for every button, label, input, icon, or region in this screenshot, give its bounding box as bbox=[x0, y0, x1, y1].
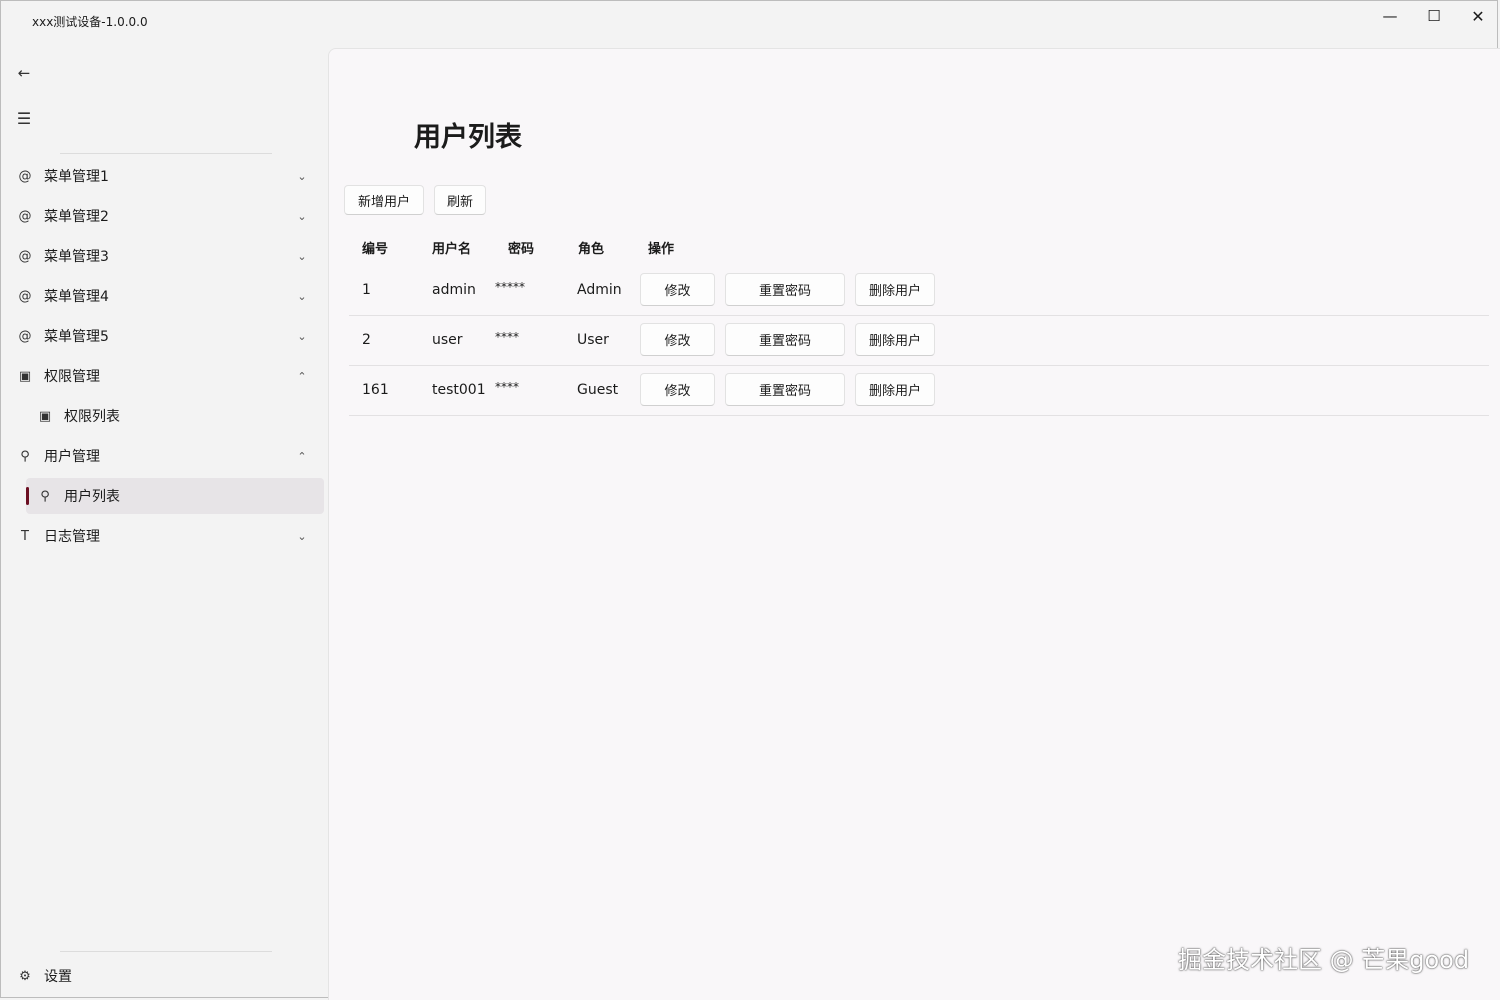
sidebar-item-menu2[interactable]: @ 菜单管理2 ⌄ bbox=[6, 198, 324, 234]
chevron-down-icon: ⌄ bbox=[297, 289, 307, 303]
sidebar-item-label: 用户列表 bbox=[64, 489, 120, 505]
at-icon: @ bbox=[18, 288, 32, 304]
user-figure-icon: ⚲ bbox=[40, 488, 50, 504]
sidebar-item-user-list[interactable]: ⚲ 用户列表 bbox=[26, 478, 324, 514]
cell-role: Admin bbox=[577, 282, 622, 298]
reset-password-button[interactable]: 重置密码 bbox=[725, 273, 845, 306]
column-header-id: 编号 bbox=[362, 242, 389, 257]
edit-button[interactable]: 修改 bbox=[640, 323, 715, 356]
column-header-password: 密码 bbox=[508, 242, 535, 257]
chevron-up-icon: ⌃ bbox=[297, 449, 307, 463]
chevron-down-icon: ⌄ bbox=[297, 529, 307, 543]
sidebar-item-users[interactable]: ⚲ 用户管理 ⌃ bbox=[6, 438, 324, 474]
chevron-down-icon: ⌄ bbox=[297, 249, 307, 263]
sidebar-item-menu1[interactable]: @ 菜单管理1 ⌄ bbox=[6, 158, 324, 194]
selection-indicator bbox=[26, 487, 29, 505]
page-title: 用户列表 bbox=[414, 122, 522, 153]
sidebar-item-settings[interactable]: ⚙ 设置 bbox=[6, 958, 324, 994]
edit-button[interactable]: 修改 bbox=[640, 373, 715, 406]
cell-username: user bbox=[432, 332, 463, 348]
close-button[interactable]: ✕ bbox=[1456, 0, 1500, 32]
sidebar-item-label: 权限列表 bbox=[64, 409, 120, 425]
column-header-role: 角色 bbox=[578, 242, 605, 257]
add-user-button[interactable]: 新增用户 bbox=[344, 185, 424, 215]
delete-user-button[interactable]: 删除用户 bbox=[855, 323, 935, 356]
reset-password-button[interactable]: 重置密码 bbox=[725, 323, 845, 356]
sidebar-item-logs[interactable]: T 日志管理 ⌄ bbox=[6, 518, 324, 554]
at-icon: @ bbox=[18, 328, 32, 344]
refresh-button[interactable]: 刷新 bbox=[434, 185, 486, 215]
table-row: 161 test001 **** Guest 修改 重置密码 删除用户 bbox=[349, 365, 1489, 416]
sidebar-item-menu3[interactable]: @ 菜单管理3 ⌄ bbox=[6, 238, 324, 274]
menu-toggle-button[interactable]: ☰ bbox=[6, 100, 42, 136]
sidebar: ← ☰ @ 菜单管理1 ⌄ @ 菜单管理2 ⌄ @ 菜单管理3 ⌄ @ 菜单管理… bbox=[0, 44, 328, 1000]
app-title: xxx测试设备-1.0.0.0 bbox=[32, 15, 148, 29]
sidebar-item-label: 日志管理 bbox=[44, 529, 100, 545]
watermark: 掘金技术社区 @ 芒果good bbox=[1178, 946, 1470, 974]
minimize-button[interactable]: — bbox=[1368, 0, 1412, 32]
back-arrow-icon: ← bbox=[17, 64, 31, 82]
sidebar-item-label: 权限管理 bbox=[44, 369, 100, 385]
content-panel: 用户列表 新增用户 刷新 编号 用户名 密码 角色 操作 1 admin ***… bbox=[328, 48, 1500, 1000]
column-header-actions: 操作 bbox=[648, 242, 675, 257]
sidebar-item-label: 菜单管理1 bbox=[44, 169, 109, 185]
back-button[interactable]: ← bbox=[6, 55, 42, 91]
chevron-up-icon: ⌃ bbox=[297, 369, 307, 383]
contact-card-icon: ▣ bbox=[18, 368, 32, 384]
sidebar-item-label: 菜单管理4 bbox=[44, 289, 109, 305]
sidebar-item-label: 用户管理 bbox=[44, 449, 100, 465]
table-row: 2 user **** User 修改 重置密码 删除用户 bbox=[349, 315, 1489, 366]
sidebar-divider bbox=[60, 951, 272, 952]
cell-id: 2 bbox=[362, 332, 371, 348]
at-icon: @ bbox=[18, 248, 32, 264]
user-figure-icon: ⚲ bbox=[20, 448, 30, 464]
delete-user-button[interactable]: 删除用户 bbox=[855, 273, 935, 306]
chevron-down-icon: ⌄ bbox=[297, 329, 307, 343]
cell-password: **** bbox=[495, 330, 519, 344]
hamburger-icon: ☰ bbox=[16, 108, 32, 128]
at-icon: @ bbox=[18, 168, 32, 184]
cell-role: Guest bbox=[577, 382, 619, 398]
cell-role: User bbox=[577, 332, 609, 348]
minimize-icon: — bbox=[1382, 7, 1398, 25]
column-header-username: 用户名 bbox=[432, 242, 472, 257]
sidebar-item-menu4[interactable]: @ 菜单管理4 ⌄ bbox=[6, 278, 324, 314]
chevron-down-icon: ⌄ bbox=[297, 209, 307, 223]
maximize-button[interactable]: ☐ bbox=[1412, 0, 1456, 32]
title-bar: xxx测试设备-1.0.0.0 — ☐ ✕ bbox=[0, 0, 1500, 44]
sidebar-item-label: 菜单管理5 bbox=[44, 329, 109, 345]
sidebar-item-label: 设置 bbox=[44, 969, 72, 985]
sidebar-divider bbox=[60, 153, 272, 154]
sidebar-item-label: 菜单管理2 bbox=[44, 209, 109, 225]
table-row: 1 admin ***** Admin 修改 重置密码 删除用户 bbox=[349, 265, 1489, 316]
cell-password: **** bbox=[495, 380, 519, 394]
sidebar-item-permissions[interactable]: ▣ 权限管理 ⌃ bbox=[6, 358, 324, 394]
sidebar-item-menu5[interactable]: @ 菜单管理5 ⌄ bbox=[6, 318, 324, 354]
delete-user-button[interactable]: 删除用户 bbox=[855, 373, 935, 406]
gear-icon: ⚙ bbox=[19, 968, 31, 984]
chevron-down-icon: ⌄ bbox=[297, 169, 307, 183]
close-icon: ✕ bbox=[1471, 6, 1485, 26]
cell-username: test001 bbox=[432, 382, 486, 398]
cell-username: admin bbox=[432, 282, 476, 298]
at-icon: @ bbox=[18, 208, 32, 224]
cell-id: 161 bbox=[362, 382, 389, 398]
cell-password: ***** bbox=[495, 280, 525, 294]
sidebar-item-permission-list[interactable]: ▣ 权限列表 bbox=[26, 398, 324, 434]
cell-id: 1 bbox=[362, 282, 371, 298]
edit-button[interactable]: 修改 bbox=[640, 273, 715, 306]
contact-card-icon: ▣ bbox=[38, 408, 52, 424]
maximize-icon: ☐ bbox=[1427, 7, 1441, 25]
sidebar-item-label: 菜单管理3 bbox=[44, 249, 109, 265]
reset-password-button[interactable]: 重置密码 bbox=[725, 373, 845, 406]
text-icon: T bbox=[21, 528, 29, 544]
